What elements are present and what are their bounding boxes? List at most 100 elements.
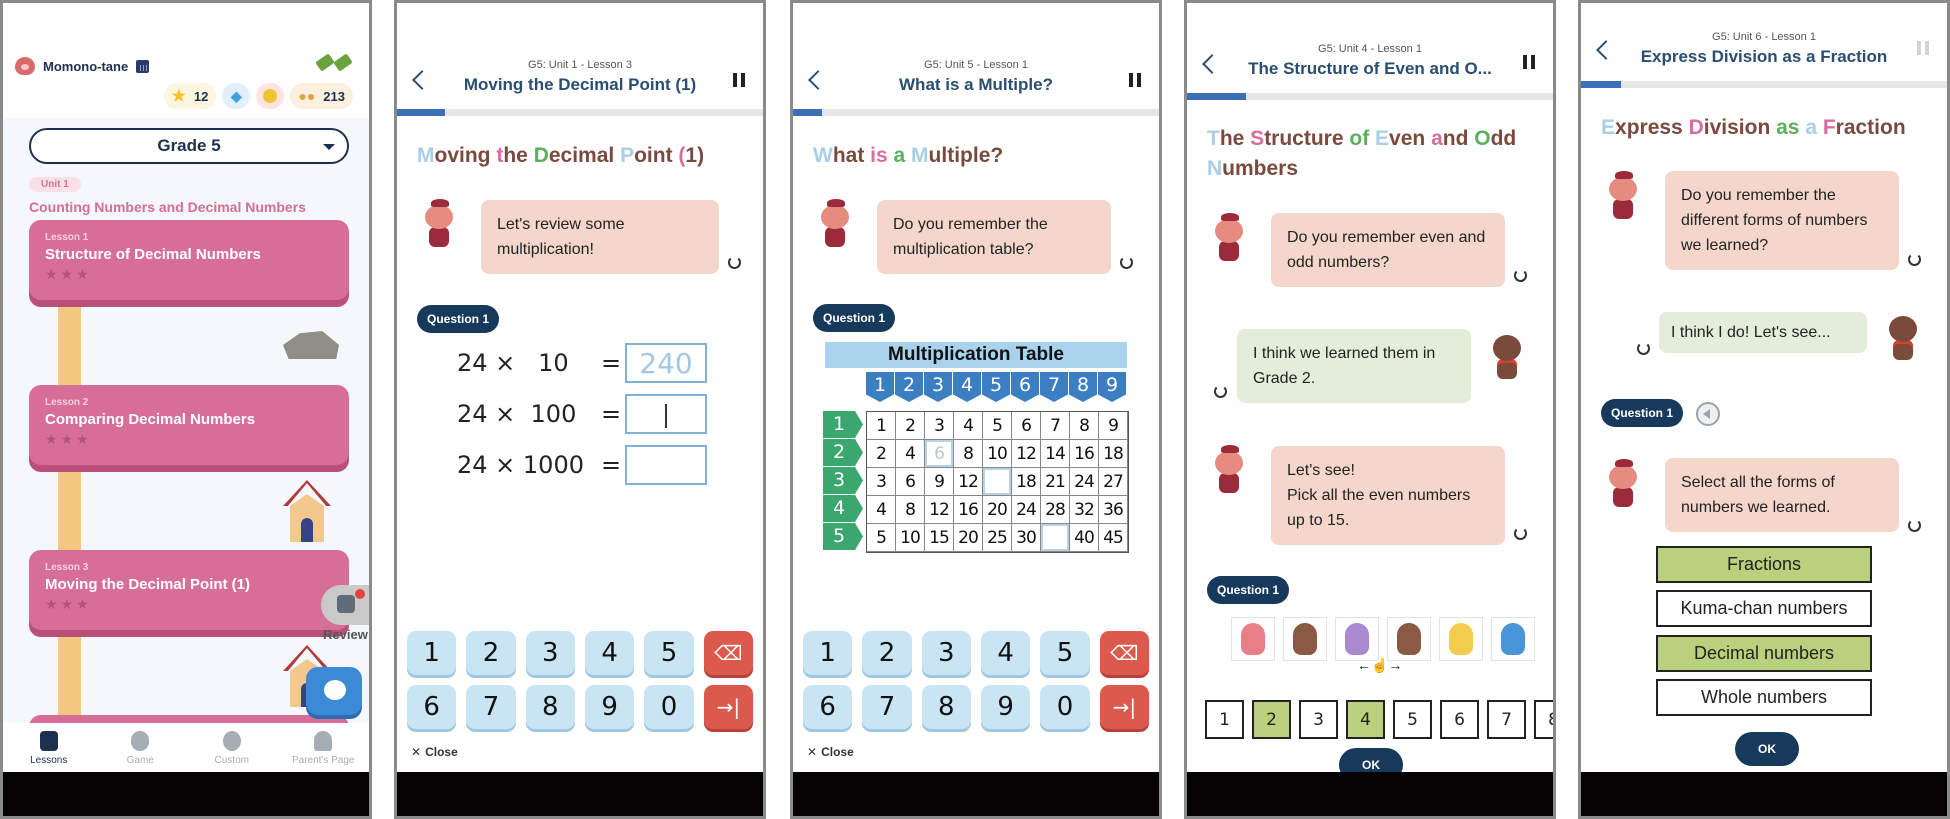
character-card[interactable] bbox=[1283, 617, 1327, 661]
digit-key[interactable]: 4 bbox=[584, 631, 635, 675]
ok-button[interactable]: OK bbox=[1735, 732, 1799, 766]
calendar-icon[interactable] bbox=[136, 59, 150, 73]
close-keypad-button[interactable]: ✕ Close bbox=[807, 745, 854, 759]
bear-assistant-button[interactable] bbox=[306, 667, 362, 715]
number-choice[interactable]: 7 bbox=[1487, 700, 1526, 739]
number-choice[interactable]: 3 bbox=[1299, 700, 1338, 739]
back-icon[interactable] bbox=[1202, 54, 1222, 74]
digit-key[interactable]: 6 bbox=[407, 685, 457, 729]
back-icon[interactable] bbox=[808, 70, 828, 90]
lesson-stars: ★★★ bbox=[45, 431, 92, 447]
character-card[interactable] bbox=[1231, 617, 1275, 661]
replay-icon[interactable] bbox=[1514, 269, 1527, 282]
column-header: 1 bbox=[866, 372, 894, 402]
replay-icon[interactable] bbox=[1214, 385, 1227, 398]
lesson-card[interactable]: Lesson 1 Structure of Decimal Numbers ★★… bbox=[29, 220, 349, 300]
number-choice[interactable]: 1 bbox=[1205, 700, 1244, 739]
digit-key[interactable]: 0 bbox=[1040, 685, 1090, 729]
backspace-key[interactable]: ⌫ bbox=[703, 631, 753, 675]
heading-segment: dd bbox=[1490, 127, 1517, 150]
digit-key[interactable]: 5 bbox=[644, 631, 694, 675]
grade-select-value: Grade 5 bbox=[157, 136, 221, 155]
lesson-card[interactable]: Lesson 2 Comparing Decimal Numbers ★★★ bbox=[29, 385, 349, 465]
tab-lessons[interactable]: Lessons bbox=[3, 723, 95, 778]
character-card[interactable] bbox=[1335, 617, 1379, 661]
replay-icon[interactable] bbox=[1637, 342, 1650, 355]
answer-choice[interactable]: Decimal numbers bbox=[1656, 635, 1872, 672]
replay-icon[interactable] bbox=[1908, 519, 1921, 532]
tab-custom[interactable]: Custom bbox=[186, 723, 278, 778]
avatar[interactable] bbox=[15, 57, 35, 75]
lesson-title: Moving the Decimal Point (1) bbox=[45, 576, 251, 593]
pause-icon[interactable] bbox=[1129, 73, 1141, 87]
pause-icon[interactable] bbox=[1917, 41, 1929, 55]
digit-key[interactable]: 2 bbox=[466, 631, 516, 675]
answer-field[interactable] bbox=[625, 445, 707, 485]
medal-counter[interactable] bbox=[256, 83, 285, 109]
blank-answer-cell[interactable] bbox=[983, 468, 1012, 496]
character-card[interactable] bbox=[1491, 617, 1535, 661]
character-card[interactable] bbox=[1439, 617, 1483, 661]
digit-key[interactable]: 0 bbox=[644, 685, 694, 729]
replay-icon[interactable] bbox=[1514, 527, 1527, 540]
sound-icon[interactable] bbox=[1696, 402, 1720, 426]
digit-key[interactable]: 7 bbox=[862, 685, 912, 729]
digit-key[interactable]: 9 bbox=[584, 685, 635, 729]
money-icon[interactable] bbox=[315, 53, 353, 72]
grade-select[interactable]: Grade 5 bbox=[29, 128, 349, 164]
number-choice[interactable]: 5 bbox=[1393, 700, 1432, 739]
answer-field[interactable] bbox=[625, 394, 707, 434]
digit-key[interactable]: 4 bbox=[980, 631, 1031, 675]
backspace-key[interactable]: ⌫ bbox=[1099, 631, 1149, 675]
character-carousel[interactable] bbox=[1231, 617, 1535, 661]
answer-choice[interactable]: Whole numbers bbox=[1656, 679, 1872, 716]
digit-key[interactable]: 6 bbox=[803, 685, 853, 729]
answer-choice[interactable]: Fractions bbox=[1656, 546, 1872, 583]
review-button[interactable] bbox=[321, 585, 369, 625]
number-choice[interactable]: 4 bbox=[1346, 700, 1385, 739]
equation-row: 24 × 100 = bbox=[457, 394, 707, 434]
digit-key[interactable]: 3 bbox=[525, 631, 575, 675]
stars-counter[interactable]: ★ 12 bbox=[163, 83, 217, 109]
lesson-title: Structure of Decimal Numbers bbox=[45, 246, 261, 263]
table-cell: 32 bbox=[1070, 496, 1099, 524]
close-icon: ✕ bbox=[411, 745, 422, 759]
blank-answer-cell[interactable] bbox=[1041, 524, 1070, 552]
digit-key[interactable]: 1 bbox=[803, 631, 853, 675]
digit-key[interactable]: 8 bbox=[921, 685, 971, 729]
back-icon[interactable] bbox=[1596, 40, 1616, 60]
digit-key[interactable]: 9 bbox=[980, 685, 1031, 729]
table-cell: 9 bbox=[1099, 412, 1128, 440]
number-choice[interactable]: 8 bbox=[1534, 700, 1553, 739]
digit-key[interactable]: 3 bbox=[921, 631, 971, 675]
character-card[interactable] bbox=[1387, 617, 1431, 661]
pause-icon[interactable] bbox=[733, 73, 745, 87]
digit-key[interactable]: 5 bbox=[1040, 631, 1090, 675]
next-key[interactable]: →| bbox=[1099, 685, 1149, 729]
digit-key[interactable]: 8 bbox=[525, 685, 575, 729]
multiplication-table-title: Multiplication Table bbox=[825, 342, 1127, 368]
close-keypad-button[interactable]: ✕ Close bbox=[411, 745, 458, 759]
number-choice[interactable]: 6 bbox=[1440, 700, 1479, 739]
digit-key[interactable]: 7 bbox=[466, 685, 516, 729]
tab-game[interactable]: Game bbox=[95, 723, 187, 778]
pause-icon[interactable] bbox=[1523, 55, 1535, 69]
replay-icon[interactable] bbox=[728, 256, 741, 269]
table-cell: 21 bbox=[1041, 468, 1070, 496]
lesson-card[interactable]: Lesson 3 Moving the Decimal Point (1) ★★… bbox=[29, 550, 349, 630]
table-cell: 15 bbox=[925, 524, 954, 552]
answer-field[interactable]: 240 bbox=[625, 343, 707, 383]
gem-counter[interactable]: ◆ bbox=[222, 83, 251, 109]
lesson-subtitle: G5: Unit 1 - Lesson 3 bbox=[528, 59, 632, 71]
replay-icon[interactable] bbox=[1908, 253, 1921, 266]
back-icon[interactable] bbox=[412, 70, 432, 90]
digit-key[interactable]: 1 bbox=[407, 631, 457, 675]
tab-parents-page[interactable]: Parent's Page bbox=[278, 723, 370, 778]
bear-character-icon bbox=[1241, 623, 1265, 655]
answer-choice[interactable]: Kuma-chan numbers bbox=[1656, 590, 1872, 627]
next-key[interactable]: →| bbox=[703, 685, 753, 729]
replay-icon[interactable] bbox=[1120, 256, 1133, 269]
digit-key[interactable]: 2 bbox=[862, 631, 912, 675]
coins-counter[interactable]: ●● 213 bbox=[290, 83, 353, 109]
number-choice[interactable]: 2 bbox=[1252, 700, 1291, 739]
